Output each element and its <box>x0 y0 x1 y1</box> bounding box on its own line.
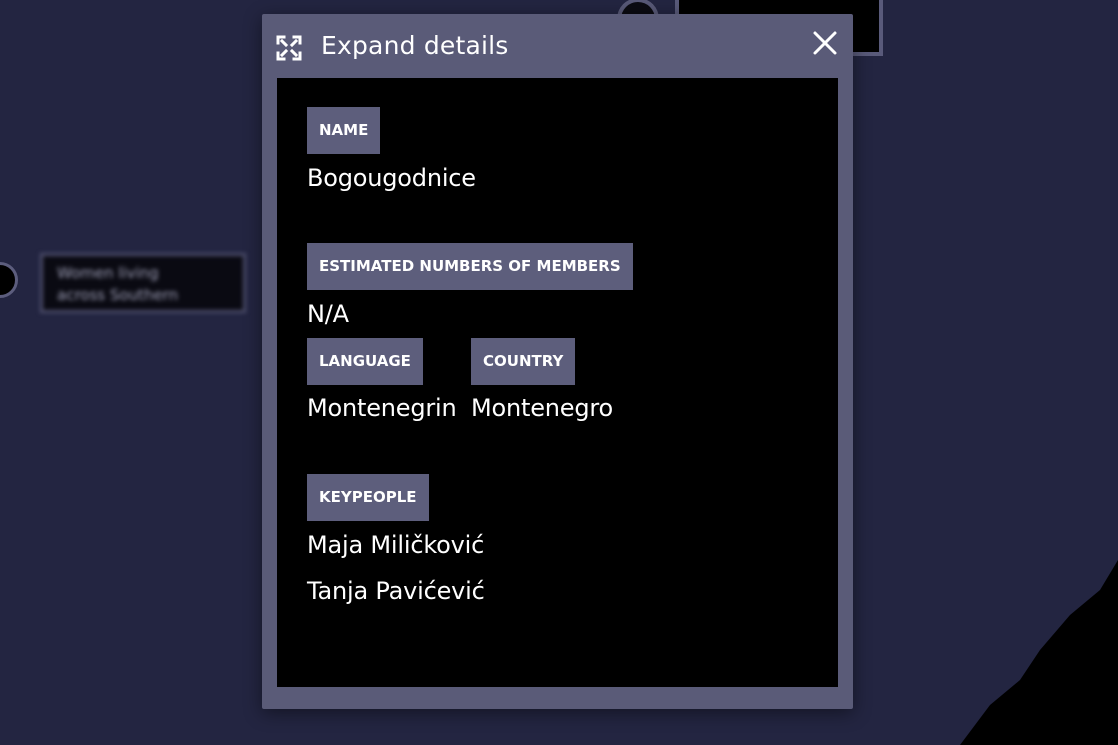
members-label: ESTIMATED NUMBERS OF MEMBERS <box>307 243 633 290</box>
expand-icon[interactable] <box>276 35 302 61</box>
keypeople-item: Maja Miličković <box>307 531 485 559</box>
keypeople-item: Tanja Pavićević <box>307 577 485 605</box>
name-value: Bogougodnice <box>307 164 476 192</box>
members-value: N/A <box>307 300 349 328</box>
language-label: LANGUAGE <box>307 338 423 385</box>
name-label: NAME <box>307 107 381 154</box>
modal-body: NAME Bogougodnice ESTIMATED NUMBERS OF M… <box>277 78 838 687</box>
language-value: Montenegrin <box>307 394 457 422</box>
details-modal: Expand details NAME Bogougodnice ESTIMAT… <box>262 14 853 709</box>
background-node-blurred[interactable]: Women living across Southern <box>40 253 246 313</box>
close-button[interactable] <box>810 28 840 58</box>
country-value: Montenegro <box>471 394 614 422</box>
modal-title: Expand details <box>321 31 509 60</box>
keypeople-label: KEYPEOPLE <box>307 474 429 521</box>
modal-header: Expand details <box>262 14 853 78</box>
background-node-text-line: across Southern <box>57 286 179 304</box>
close-icon <box>813 31 837 55</box>
country-label: COUNTRY <box>471 338 576 385</box>
background-node-text-line: Women living <box>57 264 159 282</box>
